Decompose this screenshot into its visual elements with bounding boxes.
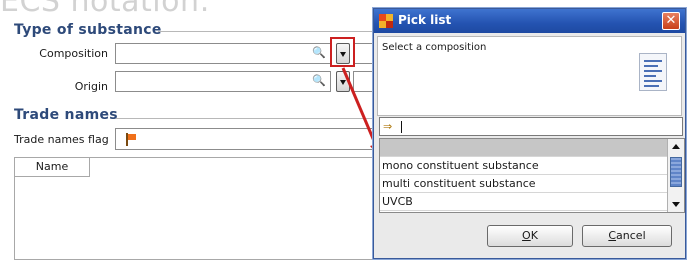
scroll-thumb[interactable] bbox=[670, 157, 682, 187]
list-item[interactable] bbox=[380, 139, 668, 157]
list-item[interactable]: UVCB bbox=[380, 193, 668, 211]
scroll-up-arrow-icon[interactable] bbox=[670, 141, 682, 153]
ok-label-rest: K bbox=[530, 229, 538, 242]
pick-list-dialog: Pick list ✕ Select a composition ⇒ mono … bbox=[373, 8, 686, 259]
text-caret bbox=[401, 121, 402, 133]
list-item[interactable]: multi constituent substance bbox=[380, 175, 668, 193]
list-scrollbar[interactable] bbox=[667, 139, 684, 212]
ok-accelerator: O bbox=[522, 229, 531, 242]
ok-button[interactable]: OK bbox=[487, 225, 573, 247]
list-item[interactable] bbox=[380, 211, 668, 212]
document-list-icon bbox=[639, 53, 667, 91]
filter-input[interactable]: ⇒ bbox=[379, 117, 683, 136]
dialog-prompt: Select a composition bbox=[382, 42, 487, 53]
cancel-button[interactable]: Cancel bbox=[582, 225, 672, 247]
cancel-label-rest: ancel bbox=[616, 229, 646, 242]
filter-icon: ⇒ bbox=[383, 120, 393, 133]
app-icon bbox=[379, 14, 394, 28]
composition-list[interactable]: mono constituent substance multi constit… bbox=[379, 138, 685, 213]
scroll-down-arrow-icon[interactable] bbox=[670, 198, 682, 210]
dialog-prompt-panel: Select a composition bbox=[377, 36, 682, 116]
close-icon[interactable]: ✕ bbox=[662, 12, 680, 30]
dialog-titlebar[interactable]: Pick list ✕ bbox=[374, 9, 685, 33]
list-item[interactable]: mono constituent substance bbox=[380, 157, 668, 175]
cancel-accelerator: C bbox=[608, 229, 617, 242]
dialog-title: Pick list bbox=[398, 13, 452, 27]
